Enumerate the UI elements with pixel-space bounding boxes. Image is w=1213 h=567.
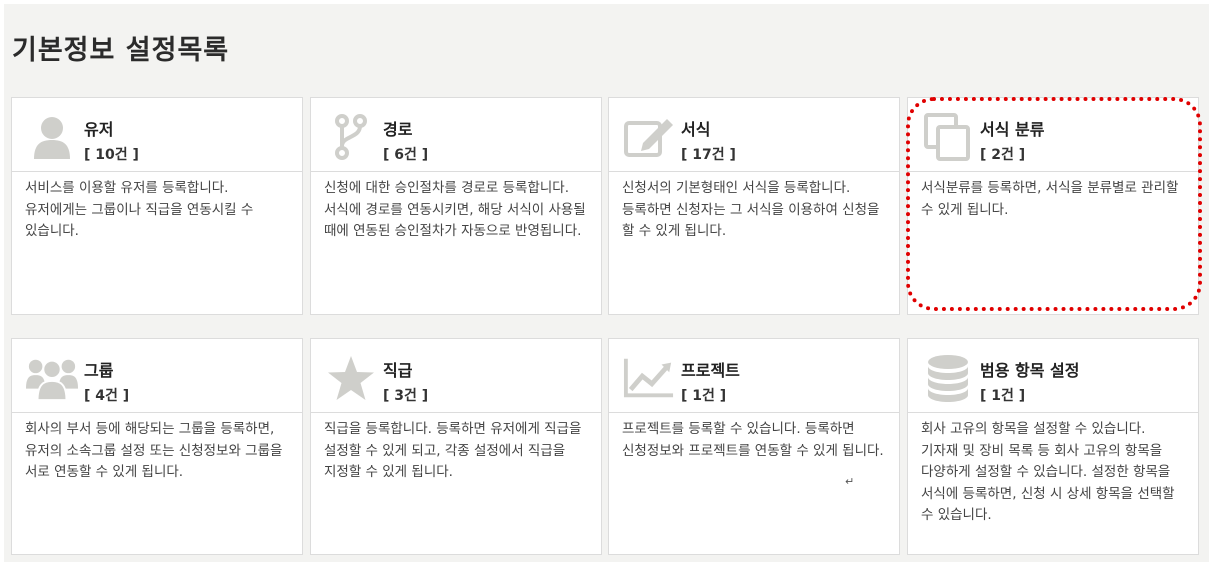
card-group[interactable]: 그룹 [ 4건 ] 회사의 부서 등에 해당되는 그룹을 등록하면, 유저의 소… [11,338,303,555]
group-icon [26,353,78,403]
database-icon [922,353,974,403]
card-count: [ 1건 ] [681,388,727,404]
card-position[interactable]: 직급 [ 3건 ] 직급을 등록합니다. 등록하면 유저에게 직급을 설정할 수… [310,338,602,555]
star-icon [325,353,377,403]
card-title: 서식 분류 [980,120,1045,139]
copy-icon [922,112,974,162]
card-title: 서식 [681,120,711,139]
card-description: 서식분류를 등록하면, 서식을 분류별로 관리할 수 있게 됩니다. [921,180,1179,218]
card-description: 프로젝트를 등록할 수 있습니다. 등록하면 신청정보와 프로젝트를 연동할 수… [622,421,884,459]
card-count: [ 10건 ] [84,147,139,163]
card-title: 프로젝트 [681,361,740,380]
card-header: 직급 [ 3건 ] [311,339,601,413]
card-title: 경로 [383,120,413,139]
card-count: [ 2건 ] [980,147,1026,163]
card-header: 범용 항목 설정 [ 1건 ] [908,339,1198,413]
card-general-items[interactable]: 범용 항목 설정 [ 1건 ] 회사 고유의 항목을 설정할 수 있습니다. 기… [907,338,1199,555]
user-icon [26,112,78,162]
card-header: 그룹 [ 4건 ] [12,339,302,413]
card-header: 프로젝트 [ 1건 ] [609,339,899,413]
card-description: 서비스를 이용할 유저를 등록합니다. 유저에게는 그룹이나 직급을 연동시킬 … [25,180,254,239]
card-header: 서식 [ 17건 ] [609,98,899,172]
return-mark: ↵ [845,475,855,488]
card-form-category[interactable]: 서식 분류 [ 2건 ] 서식분류를 등록하면, 서식을 분류별로 관리할 수 … [907,97,1199,315]
card-route[interactable]: 경로 [ 6건 ] 신청에 대한 승인절차를 경로로 등록합니다. 서식에 경로… [310,97,602,315]
card-count: [ 1건 ] [980,388,1026,404]
card-form[interactable]: 서식 [ 17건 ] 신청서의 기본형태인 서식을 등록합니다. 등록하면 신청… [608,97,900,315]
card-count: [ 4건 ] [84,388,130,404]
page-title: 기본정보 설정목록 [12,35,230,66]
card-title: 직급 [383,361,413,380]
card-count: [ 17건 ] [681,147,736,163]
card-description: 신청서의 기본형태인 서식을 등록합니다. 등록하면 신청자는 그 서식을 이용… [622,180,880,239]
card-count: [ 3건 ] [383,388,429,404]
card-description: 회사의 부서 등에 해당되는 그룹을 등록하면, 유저의 소속그룹 설정 또는 … [25,421,283,480]
edit-form-icon [623,112,675,162]
card-count: [ 6건 ] [383,147,429,163]
card-project[interactable]: 프로젝트 [ 1건 ] 프로젝트를 등록할 수 있습니다. 등록하면 신청정보와… [608,338,900,555]
card-header: 서식 분류 [ 2건 ] [908,98,1198,172]
line-chart-icon [623,353,675,403]
card-header: 경로 [ 6건 ] [311,98,601,172]
card-title: 유저 [84,120,114,139]
card-user[interactable]: 유저 [ 10건 ] 서비스를 이용할 유저를 등록합니다. 유저에게는 그룹이… [11,97,303,315]
card-description: 신청에 대한 승인절차를 경로로 등록합니다. 서식에 경로를 연동시키면, 해… [324,180,586,239]
card-description: 회사 고유의 항목을 설정할 수 있습니다. 기자재 및 장비 목록 등 회사 … [921,421,1175,523]
card-description: 직급을 등록합니다. 등록하면 유저에게 직급을 설정할 수 있게 되고, 각종… [324,421,582,480]
card-title: 그룹 [84,361,114,380]
card-header: 유저 [ 10건 ] [12,98,302,172]
branch-icon [325,112,377,162]
card-title: 범용 항목 설정 [980,361,1080,380]
